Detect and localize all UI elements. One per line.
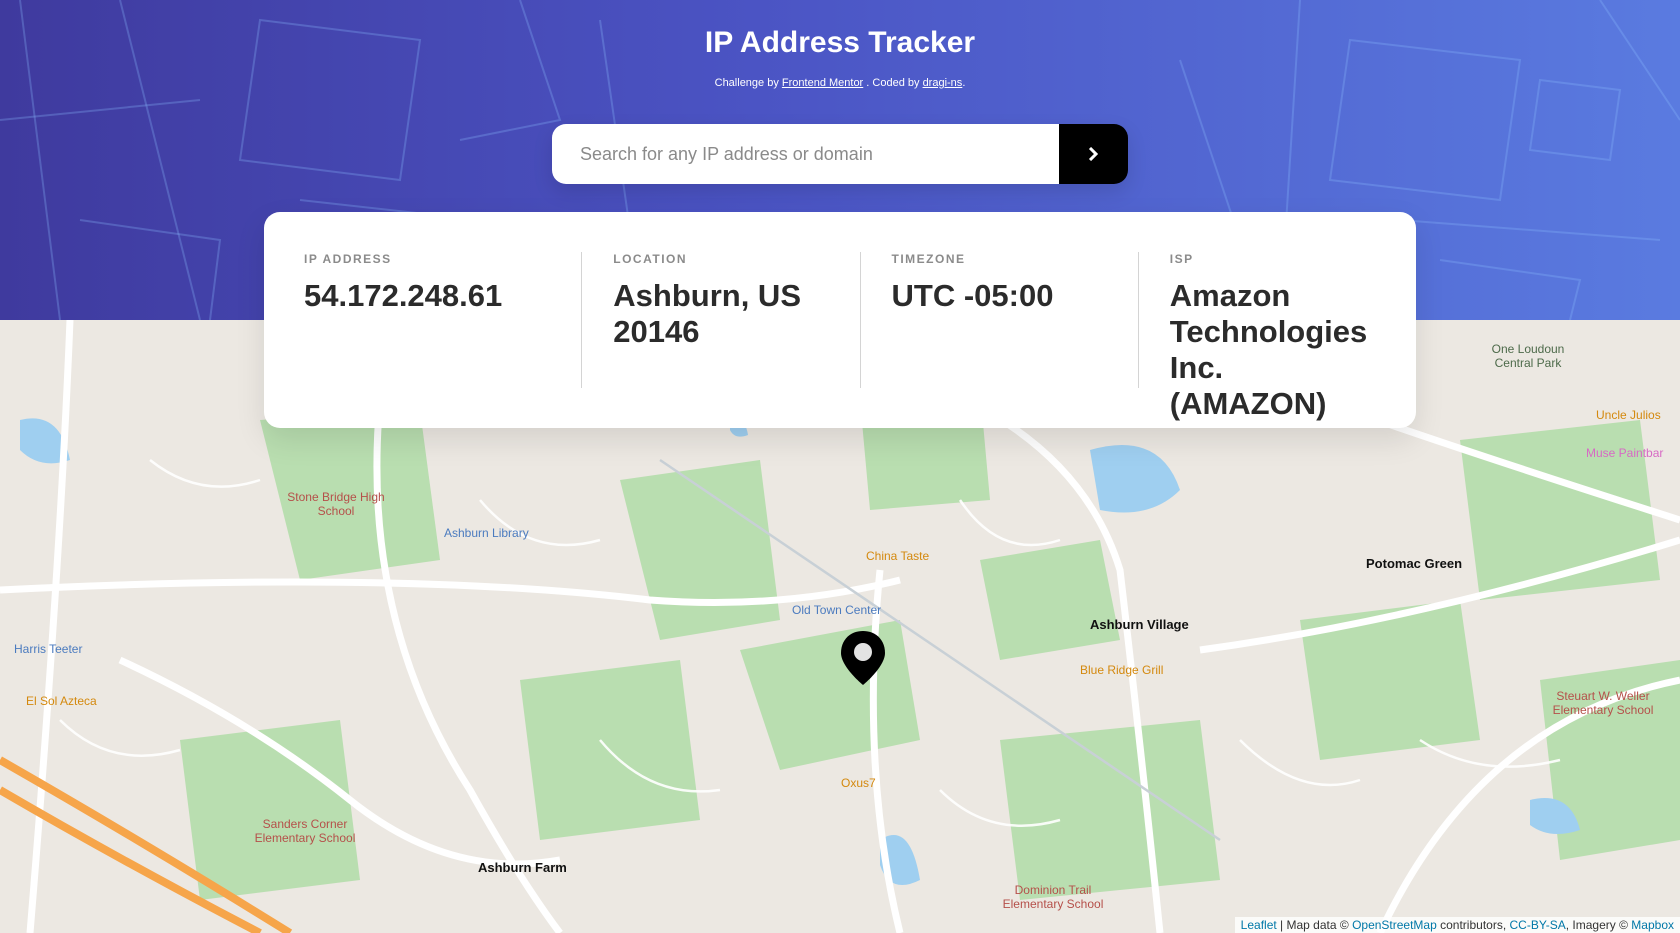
place-el-sol-azteca: El Sol Azteca (26, 694, 97, 708)
frontend-mentor-link[interactable]: Frontend Mentor (782, 77, 863, 89)
place-harris-teeter: Harris Teeter (14, 642, 83, 656)
chevron-right-icon (1088, 147, 1099, 161)
isp-value: Amazon Technologies Inc. (AMAZON) (1169, 278, 1368, 421)
search-form (552, 124, 1128, 184)
town-ashburn-village: Ashburn Village (1090, 617, 1189, 632)
town-ashburn-farm: Ashburn Farm (478, 860, 567, 875)
search-input[interactable] (552, 124, 1059, 184)
place-oxus7: Oxus7 (841, 776, 876, 790)
mapbox-link[interactable]: Mapbox (1631, 918, 1674, 932)
place-uncle-julios: Uncle Julios (1596, 408, 1661, 422)
place-muse-paintbar: Muse Paintbar (1586, 446, 1664, 460)
place-steuart-weller-elementary-school: Steuart W. Weller Elementary School (1552, 689, 1654, 717)
location-pin-icon[interactable] (840, 630, 886, 686)
location-section: LOCATION Ashburn, US 20146 (581, 252, 859, 428)
timezone-section: TIMEZONE UTC -05:00 (859, 252, 1138, 428)
credit-suffix: . (962, 77, 966, 89)
place-dominion-trail-elementary-school: Dominion Trail Elementary School (1002, 883, 1104, 911)
page-title: IP Address Tracker (704, 26, 976, 59)
ip-info-card: IP ADDRESS 54.172.248.61 LOCATION Ashbur… (264, 212, 1416, 428)
place-stone-bridge-high-school: Stone Bridge High School (287, 490, 385, 518)
cc-by-sa-link[interactable]: CC-BY-SA (1510, 918, 1566, 932)
ip-address-section: IP ADDRESS 54.172.248.61 (304, 252, 581, 428)
search-submit-button[interactable] (1059, 124, 1128, 184)
map-data-text: | Map data © (1280, 918, 1349, 932)
location-value: Ashburn, US 20146 (613, 278, 801, 349)
credit-prefix: Challenge by (714, 77, 779, 89)
place-sanders-corner-elementary-school: Sanders Corner Elementary School (254, 817, 356, 845)
ip-address-label: IP ADDRESS (304, 252, 392, 266)
attribution-credit: Challenge by Frontend Mentor . Coded by … (0, 77, 1680, 89)
author-link[interactable]: dragi-ns (923, 77, 963, 89)
imagery-text: , Imagery © (1565, 918, 1628, 932)
openstreetmap-link[interactable]: OpenStreetMap (1352, 918, 1437, 932)
place-old-town-center: Old Town Center (792, 603, 882, 617)
location-label: LOCATION (613, 252, 688, 266)
map-attribution: Leaflet | Map data © OpenStreetMap contr… (1234, 917, 1680, 933)
timezone-value: UTC -05:00 (891, 278, 1054, 313)
leaflet-link[interactable]: Leaflet (1241, 918, 1277, 932)
isp-section: ISP Amazon Technologies Inc. (AMAZON) (1137, 252, 1416, 428)
contributors-text: contributors, (1440, 918, 1507, 932)
place-china-taste: China Taste (866, 549, 930, 563)
timezone-label: TIMEZONE (891, 252, 966, 266)
isp-label: ISP (1169, 252, 1194, 266)
town-potomac-green: Potomac Green (1366, 556, 1463, 571)
place-ashburn-library: Ashburn Library (444, 526, 529, 540)
place-one-loudoun-central-park: One Loudoun Central Park (1491, 342, 1565, 370)
credit-middle: . Coded by (866, 77, 920, 89)
place-blue-ridge-grill: Blue Ridge Grill (1080, 663, 1164, 677)
ip-address-value: 54.172.248.61 (304, 278, 503, 313)
